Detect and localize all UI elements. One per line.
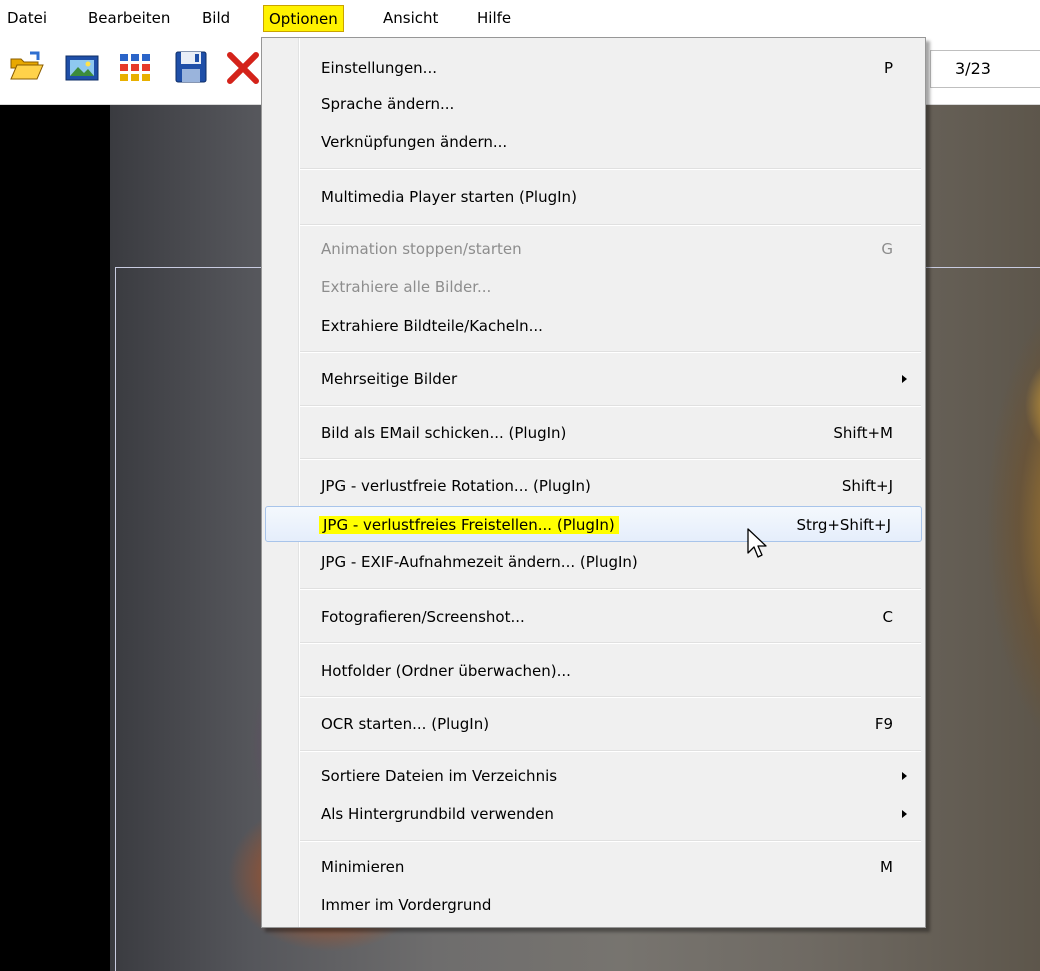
menu-item-fotografieren[interactable]: Fotografieren/Screenshot... C bbox=[264, 599, 923, 635]
menu-item-extrahiere-alle: Extrahiere alle Bilder... bbox=[264, 269, 923, 305]
menu-item-label: Multimedia Player starten (PlugIn) bbox=[321, 188, 577, 206]
menu-item-label: JPG - EXIF-Aufnahmezeit ändern... (PlugI… bbox=[321, 553, 638, 571]
menu-item-jpg-exif[interactable]: JPG - EXIF-Aufnahmezeit ändern... (PlugI… bbox=[264, 544, 923, 580]
slideshow-icon[interactable] bbox=[64, 49, 100, 85]
menu-separator bbox=[300, 750, 921, 752]
menu-optionen[interactable]: Optionen bbox=[263, 5, 344, 32]
menu-item-sprache[interactable]: Sprache ändern... bbox=[264, 86, 923, 122]
menu-item-jpg-rotation[interactable]: JPG - verlustfreie Rotation... (PlugIn) … bbox=[264, 468, 923, 504]
menu-item-label: Minimieren bbox=[321, 858, 405, 876]
menu-item-animation: Animation stoppen/starten G bbox=[264, 231, 923, 267]
menu-item-einstellungen[interactable]: Einstellungen... P bbox=[264, 50, 923, 86]
menu-bar: Datei Bearbeiten Bild Optionen Ansicht H… bbox=[0, 0, 1040, 35]
open-folder-icon[interactable] bbox=[8, 49, 44, 85]
save-icon[interactable] bbox=[173, 49, 209, 85]
menu-separator bbox=[300, 458, 921, 460]
menu-item-label: OCR starten... (PlugIn) bbox=[321, 715, 490, 733]
menu-separator bbox=[300, 840, 921, 842]
menu-separator bbox=[300, 588, 921, 590]
menu-item-verknuepfungen[interactable]: Verknüpfungen ändern... bbox=[264, 124, 923, 160]
menu-item-ocr[interactable]: OCR starten... (PlugIn) F9 bbox=[264, 706, 923, 742]
menu-item-minimieren[interactable]: Minimieren M bbox=[264, 849, 923, 885]
menu-separator bbox=[300, 642, 921, 644]
menu-item-mehrseitige-bilder[interactable]: Mehrseitige Bilder bbox=[264, 361, 923, 397]
menu-item-shortcut: Strg+Shift+J bbox=[796, 516, 891, 534]
menu-item-label: Einstellungen... bbox=[321, 59, 437, 77]
menu-bild[interactable]: Bild bbox=[196, 5, 236, 32]
menu-item-label: Verknüpfungen ändern... bbox=[321, 133, 508, 151]
menu-item-label: Bild als EMail schicken... (PlugIn) bbox=[321, 424, 567, 442]
menu-item-email[interactable]: Bild als EMail schicken... (PlugIn) Shif… bbox=[264, 415, 923, 451]
image-counter: 3/23 bbox=[930, 50, 1040, 88]
optionen-dropdown-menu: Einstellungen... P Sprache ändern... Ver… bbox=[261, 37, 926, 928]
menu-item-shortcut: M bbox=[880, 858, 893, 876]
menu-separator bbox=[300, 224, 921, 226]
menu-datei[interactable]: Datei bbox=[1, 5, 53, 32]
menu-separator bbox=[300, 168, 921, 170]
menu-item-immer-im-vordergrund[interactable]: Immer im Vordergrund bbox=[264, 887, 923, 923]
menu-item-shortcut: G bbox=[881, 240, 893, 258]
menu-item-shortcut: P bbox=[883, 59, 893, 77]
menu-item-label: Extrahiere alle Bilder... bbox=[321, 278, 492, 296]
menu-item-multimedia-player[interactable]: Multimedia Player starten (PlugIn) bbox=[264, 179, 923, 215]
menu-item-label: Fotografieren/Screenshot... bbox=[321, 608, 525, 626]
menu-separator bbox=[300, 696, 921, 698]
menu-item-hintergrundbild[interactable]: Als Hintergrundbild verwenden bbox=[264, 796, 923, 832]
menu-separator bbox=[300, 351, 921, 353]
highlighted-label: JPG - verlustfreies Freistellen... (Plug… bbox=[319, 516, 619, 534]
menu-item-jpg-freistellen[interactable]: JPG - verlustfreies Freistellen... (Plug… bbox=[265, 506, 922, 542]
menu-item-extrahiere-bildteile[interactable]: Extrahiere Bildteile/Kacheln... bbox=[264, 308, 923, 344]
menu-item-hotfolder[interactable]: Hotfolder (Ordner überwachen)... bbox=[264, 653, 923, 689]
menu-item-label: Sortiere Dateien im Verzeichnis bbox=[321, 767, 558, 785]
submenu-arrow-icon bbox=[902, 375, 907, 383]
menu-item-label: Mehrseitige Bilder bbox=[321, 370, 458, 388]
menu-item-label: JPG - verlustfreies Freistellen... (Plug… bbox=[319, 507, 619, 543]
menu-item-label: JPG - verlustfreie Rotation... (PlugIn) bbox=[321, 477, 591, 495]
submenu-arrow-icon bbox=[902, 810, 907, 818]
menu-item-label: Als Hintergrundbild verwenden bbox=[321, 805, 554, 823]
menu-item-sortiere[interactable]: Sortiere Dateien im Verzeichnis bbox=[264, 758, 923, 794]
menu-item-shortcut: F9 bbox=[874, 715, 893, 733]
selection-frame-left bbox=[115, 267, 116, 971]
menu-item-label: Extrahiere Bildteile/Kacheln... bbox=[321, 317, 543, 335]
menu-item-label: Sprache ändern... bbox=[321, 95, 455, 113]
menu-bearbeiten[interactable]: Bearbeiten bbox=[82, 5, 176, 32]
menu-hilfe[interactable]: Hilfe bbox=[471, 5, 517, 32]
menu-ansicht[interactable]: Ansicht bbox=[377, 5, 444, 32]
mouse-cursor-icon bbox=[747, 528, 769, 566]
menu-item-label: Hotfolder (Ordner überwachen)... bbox=[321, 662, 571, 680]
thumbnails-icon[interactable] bbox=[117, 49, 153, 85]
delete-icon[interactable] bbox=[226, 49, 260, 85]
menu-separator bbox=[300, 405, 921, 407]
menu-item-label: Animation stoppen/starten bbox=[321, 240, 522, 258]
menu-item-shortcut: Shift+J bbox=[841, 477, 893, 495]
submenu-arrow-icon bbox=[902, 772, 907, 780]
menu-item-label: Immer im Vordergrund bbox=[321, 896, 492, 914]
menu-item-shortcut: Shift+M bbox=[833, 424, 893, 442]
menu-item-shortcut: C bbox=[882, 608, 893, 626]
